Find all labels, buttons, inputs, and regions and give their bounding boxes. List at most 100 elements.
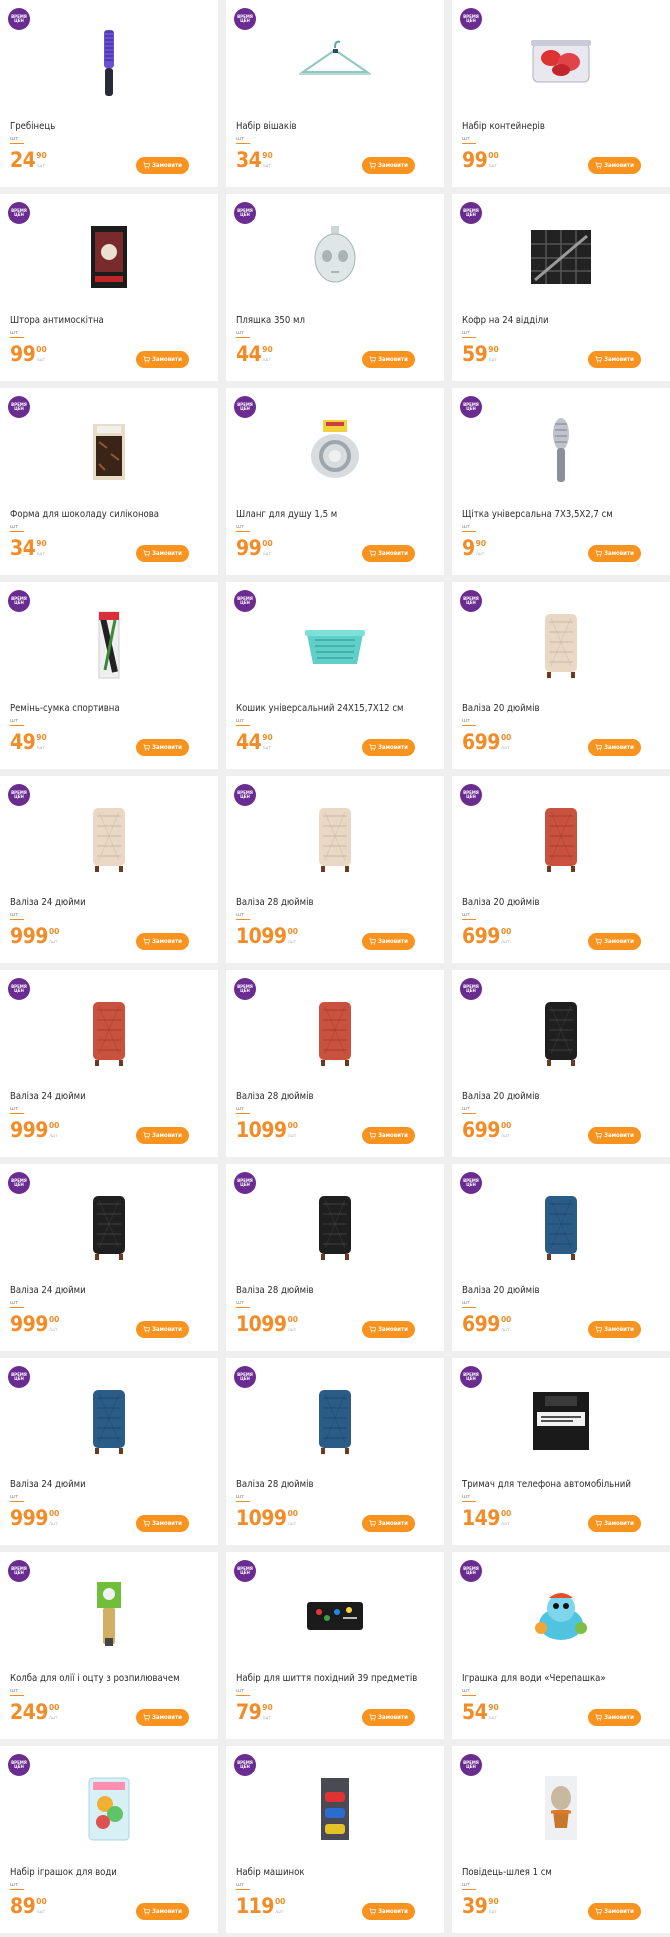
product-card[interactable]: ВРЕМЯ ЦЕН Валіза 28 дюймів шт 1099 00/шт Замо…: [226, 1164, 444, 1351]
product-card[interactable]: ВРЕМЯ ЦЕН Валіза 20 дюймів шт 699 00/шт Замов…: [452, 1164, 670, 1351]
order-button[interactable]: Замовити: [136, 1903, 189, 1920]
product-title[interactable]: Кошик універсальний 24Х15,7Х12 см: [236, 703, 436, 714]
product-title[interactable]: Валіза 28 дюймів: [236, 1479, 436, 1490]
order-button[interactable]: Замовити: [588, 1127, 641, 1144]
product-title[interactable]: Пляшка 350 мл: [236, 315, 436, 326]
order-button[interactable]: Замовити: [136, 933, 189, 950]
order-button[interactable]: Замовити: [588, 933, 641, 950]
order-button[interactable]: Замовити: [136, 1321, 189, 1338]
product-image[interactable]: [511, 1384, 611, 1458]
product-image[interactable]: [59, 414, 159, 488]
product-title[interactable]: Кофр на 24 відділи: [462, 315, 662, 326]
order-button[interactable]: Замовити: [362, 1321, 415, 1338]
product-image[interactable]: [511, 1190, 611, 1264]
product-card[interactable]: ВРЕМЯ ЦЕН Щітка універсальна 7Х3,5Х2,7 см…: [452, 388, 670, 575]
product-title[interactable]: Щітка універсальна 7Х3,5Х2,7 см: [462, 509, 662, 520]
product-card[interactable]: ВРЕМЯ ЦЕН Тримач для телефона автомобільн…: [452, 1358, 670, 1545]
order-button[interactable]: Замовити: [362, 1127, 415, 1144]
product-image[interactable]: [285, 220, 385, 294]
product-card[interactable]: ВРЕМЯ ЦЕН Валіза 28 дюймів шт 1099 00/шт Замо…: [226, 970, 444, 1157]
product-image[interactable]: [285, 1190, 385, 1264]
product-image[interactable]: [285, 414, 385, 488]
product-image[interactable]: [59, 1190, 159, 1264]
product-card[interactable]: ВРЕМЯ ЦЕН Набір контейнерів шт 99 00/шт Замов…: [452, 0, 670, 187]
product-card[interactable]: ВРЕМЯ ЦЕН Валіза 24 дюйми шт 999 00/шт Замови…: [0, 970, 218, 1157]
product-title[interactable]: Ремінь-сумка спортивна: [10, 703, 210, 714]
product-card[interactable]: ВРЕМЯ ЦЕН Форма для шоколаду силіконова шт…: [0, 388, 218, 575]
product-image[interactable]: [285, 996, 385, 1070]
order-button[interactable]: Замовити: [136, 1515, 189, 1532]
product-title[interactable]: Валіза 24 дюйми: [10, 1479, 210, 1490]
product-title[interactable]: Валіза 20 дюймів: [462, 703, 662, 714]
product-card[interactable]: ВРЕМЯ ЦЕН Шланг для душу 1,5 м шт 99 00/шт За…: [226, 388, 444, 575]
order-button[interactable]: Замовити: [362, 351, 415, 368]
product-card[interactable]: ВРЕМЯ ЦЕН Набір для шиття похідний 39 пре…: [226, 1552, 444, 1739]
product-image[interactable]: [285, 1578, 385, 1652]
order-button[interactable]: Замовити: [136, 1127, 189, 1144]
product-title[interactable]: Набір іграшок для води: [10, 1867, 210, 1878]
product-title[interactable]: Валіза 28 дюймів: [236, 1285, 436, 1296]
product-title[interactable]: Набір вішаків: [236, 121, 436, 132]
product-title[interactable]: Валіза 20 дюймів: [462, 1285, 662, 1296]
product-card[interactable]: ВРЕМЯ ЦЕН Набір вішаків шт 34 90/шт Замовити: [226, 0, 444, 187]
product-title[interactable]: Валіза 20 дюймів: [462, 897, 662, 908]
product-card[interactable]: ВРЕМЯ ЦЕН Валіза 28 дюймів шт 1099 00/шт Замо…: [226, 1358, 444, 1545]
product-card[interactable]: ВРЕМЯ ЦЕН Валіза 24 дюйми шт 999 00/шт Замови…: [0, 1164, 218, 1351]
order-button[interactable]: Замовити: [362, 1903, 415, 1920]
product-card[interactable]: ВРЕМЯ ЦЕН Пляшка 350 мл шт 44 90/шт Замовити: [226, 194, 444, 381]
product-title[interactable]: Гребінець: [10, 121, 210, 132]
product-card[interactable]: ВРЕМЯ ЦЕН Штора антимоскітна шт 99 00/шт Замо…: [0, 194, 218, 381]
product-image[interactable]: [511, 1578, 611, 1652]
order-button[interactable]: Замовити: [588, 157, 641, 174]
product-image[interactable]: [511, 414, 611, 488]
product-card[interactable]: ВРЕМЯ ЦЕН Набір іграшок для води шт 89 00/шт…: [0, 1746, 218, 1933]
product-card[interactable]: ВРЕМЯ ЦЕН Іграшка для води «Черепашка» шт 5…: [452, 1552, 670, 1739]
product-title[interactable]: Валіза 28 дюймів: [236, 1091, 436, 1102]
product-card[interactable]: ВРЕМЯ ЦЕН Валіза 28 дюймів шт 1099 00/шт Замо…: [226, 776, 444, 963]
product-image[interactable]: [59, 1772, 159, 1846]
product-title[interactable]: Валіза 24 дюйми: [10, 897, 210, 908]
product-card[interactable]: ВРЕМЯ ЦЕН Колба для олії і оцту з розпилю…: [0, 1552, 218, 1739]
product-card[interactable]: ВРЕМЯ ЦЕН Валіза 20 дюймів шт 699 00/шт Замов…: [452, 970, 670, 1157]
product-image[interactable]: [59, 1384, 159, 1458]
order-button[interactable]: Замовити: [588, 1321, 641, 1338]
product-image[interactable]: [59, 26, 159, 100]
product-title[interactable]: Форма для шоколаду силіконова: [10, 509, 210, 520]
product-title[interactable]: Валіза 20 дюймів: [462, 1091, 662, 1102]
order-button[interactable]: Замовити: [362, 739, 415, 756]
product-card[interactable]: ВРЕМЯ ЦЕН Валіза 20 дюймів шт 699 00/шт Замов…: [452, 582, 670, 769]
product-title[interactable]: Повідець-шлея 1 см: [462, 1867, 662, 1878]
order-button[interactable]: Замовити: [136, 157, 189, 174]
product-image[interactable]: [285, 1384, 385, 1458]
product-image[interactable]: [285, 1772, 385, 1846]
product-title[interactable]: Валіза 24 дюйми: [10, 1285, 210, 1296]
product-card[interactable]: ВРЕМЯ ЦЕН Валіза 24 дюйми шт 999 00/шт Замови…: [0, 776, 218, 963]
product-title[interactable]: Тримач для телефона автомобільний: [462, 1479, 662, 1490]
product-image[interactable]: [511, 996, 611, 1070]
product-image[interactable]: [59, 220, 159, 294]
product-card[interactable]: ВРЕМЯ ЦЕН Набір машинок шт 119 00/шт Замовити: [226, 1746, 444, 1933]
order-button[interactable]: Замовити: [362, 157, 415, 174]
product-image[interactable]: [59, 608, 159, 682]
order-button[interactable]: Замовити: [136, 739, 189, 756]
product-image[interactable]: [511, 802, 611, 876]
product-card[interactable]: ВРЕМЯ ЦЕН Ремінь-сумка спортивна шт 49 90/шт…: [0, 582, 218, 769]
product-title[interactable]: Валіза 24 дюйми: [10, 1091, 210, 1102]
order-button[interactable]: Замовити: [362, 1515, 415, 1532]
product-image[interactable]: [511, 608, 611, 682]
order-button[interactable]: Замовити: [588, 351, 641, 368]
order-button[interactable]: Замовити: [588, 1903, 641, 1920]
product-title[interactable]: Штора антимоскітна: [10, 315, 210, 326]
product-card[interactable]: ВРЕМЯ ЦЕН Повідець-шлея 1 см шт 39 90/шт Замо…: [452, 1746, 670, 1933]
product-image[interactable]: [511, 220, 611, 294]
product-title[interactable]: Валіза 28 дюймів: [236, 897, 436, 908]
order-button[interactable]: Замовити: [362, 545, 415, 562]
order-button[interactable]: Замовити: [136, 545, 189, 562]
order-button[interactable]: Замовити: [588, 545, 641, 562]
product-image[interactable]: [511, 1772, 611, 1846]
order-button[interactable]: Замовити: [136, 351, 189, 368]
product-image[interactable]: [59, 996, 159, 1070]
product-card[interactable]: ВРЕМЯ ЦЕН Валіза 20 дюймів шт 699 00/шт Замов…: [452, 776, 670, 963]
order-button[interactable]: Замовити: [362, 933, 415, 950]
product-title[interactable]: Набір для шиття похідний 39 предметів: [236, 1673, 436, 1684]
